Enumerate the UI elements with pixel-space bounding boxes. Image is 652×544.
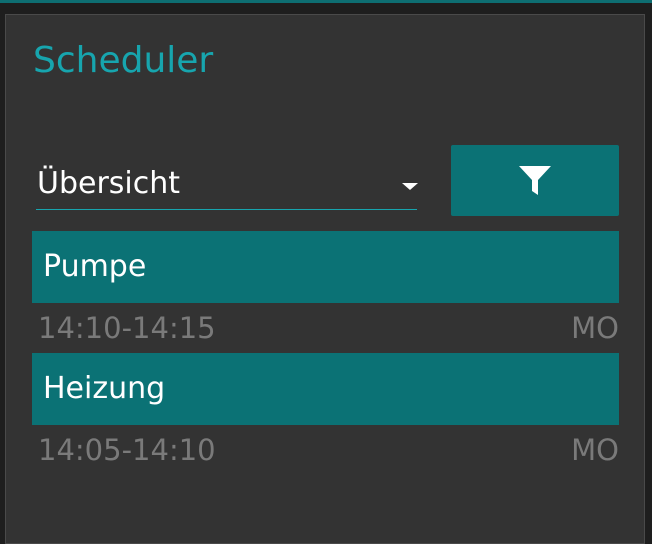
- schedule-item-day: MO: [571, 433, 619, 467]
- filter-button[interactable]: [451, 145, 619, 216]
- schedule-item-details: 14:10-14:15 MO: [32, 303, 619, 353]
- schedule-item-time: 14:05-14:10: [38, 433, 216, 467]
- schedule-item-details: 14:05-14:10 MO: [32, 425, 619, 475]
- schedule-item-day: MO: [571, 311, 619, 345]
- top-accent-strip: [0, 0, 652, 3]
- schedule-item-heizung[interactable]: Heizung: [32, 353, 619, 425]
- chevron-down-icon: [402, 183, 418, 190]
- schedule-item-name: Heizung: [43, 371, 166, 406]
- schedule-list: Pumpe 14:10-14:15 MO Heizung 14:05-14:10…: [32, 231, 619, 475]
- view-select[interactable]: Übersicht: [36, 160, 418, 210]
- filter-icon: [519, 166, 551, 195]
- panel-title: Scheduler: [33, 40, 214, 81]
- view-select-value: Übersicht: [37, 166, 181, 201]
- schedule-item-time: 14:10-14:15: [38, 311, 216, 345]
- scheduler-panel: Scheduler Übersicht Pumpe 14:10-14:15 MO…: [5, 14, 645, 544]
- schedule-item-pumpe[interactable]: Pumpe: [32, 231, 619, 303]
- schedule-item-name: Pumpe: [43, 249, 147, 284]
